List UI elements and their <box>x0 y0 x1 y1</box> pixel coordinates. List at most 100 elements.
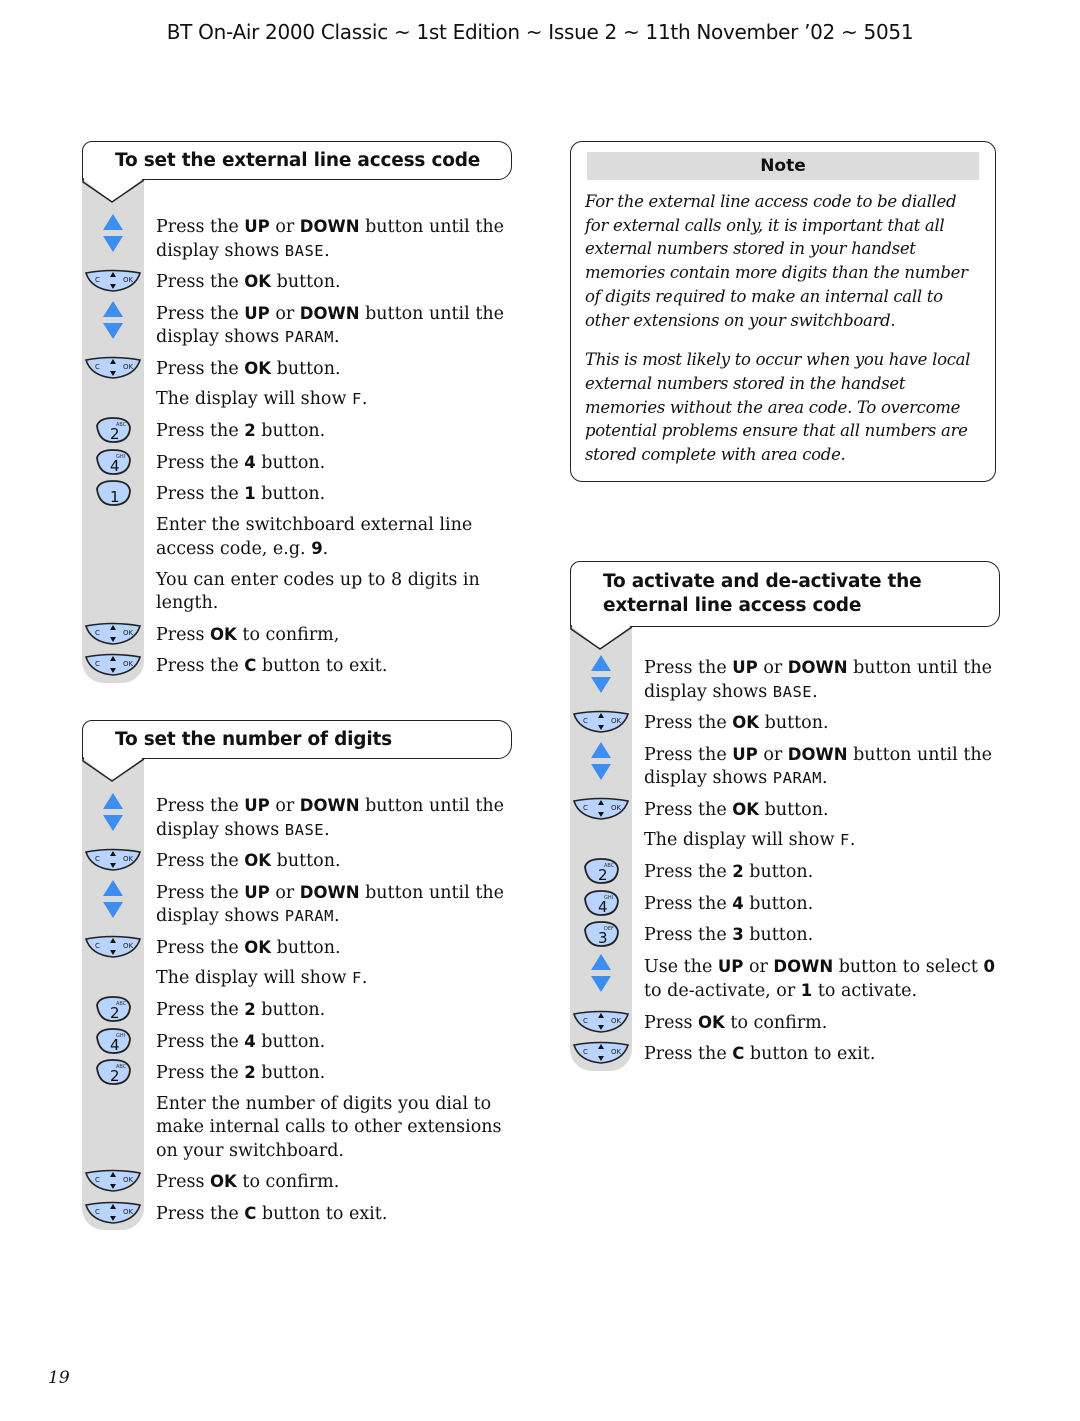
bold-term: DOWN <box>787 744 848 764</box>
svg-text:OK: OK <box>123 660 134 668</box>
bold-term: 0 <box>983 956 995 976</box>
bold-term: 9 <box>311 539 323 558</box>
bold-term: OK <box>244 851 272 870</box>
text-run: Press <box>156 624 211 645</box>
up-down-icon <box>570 740 632 784</box>
svg-text:OK: OK <box>611 1017 622 1025</box>
text-run: Press the <box>644 862 733 882</box>
bold-term: UP <box>717 956 744 976</box>
svg-text:ABC: ABC <box>116 422 127 428</box>
step-text: Press the OK button. <box>644 708 1000 740</box>
note-paragraph: This is most likely to occur when you ha… <box>585 350 971 465</box>
text-run: Press the <box>156 796 245 816</box>
instruction-step: The display will show F. <box>570 826 1000 857</box>
step-text: Press the 4 button. <box>644 889 1000 921</box>
text-run: . <box>361 968 368 988</box>
step-text: Enter the number of digits you dial to m… <box>156 1090 512 1168</box>
step-text: Enter the switchboard external line acce… <box>156 511 512 566</box>
svg-text:OK: OK <box>123 276 134 284</box>
instruction-step: Press the UP or DOWN button until the di… <box>82 212 512 267</box>
instruction-step: C OK Press the OK button. <box>82 354 512 386</box>
instruction-step: C OK Press the OK button. <box>82 846 512 878</box>
bold-term: OK <box>210 624 237 644</box>
bold-term: DOWN <box>773 956 834 976</box>
instruction-step: 4 GHI Press the 4 button. <box>82 448 512 480</box>
document-header: BT On-Air 2000 Classic ~ 1st Edition ~ I… <box>166 20 914 44</box>
ok-nav-key-icon: C OK <box>82 1199 144 1225</box>
lcd-display-text: F <box>840 831 850 849</box>
instruction-step: 2 ABC Press the 2 button. <box>82 995 512 1027</box>
step-text: Press the UP or DOWN button until the di… <box>644 740 1000 795</box>
ok-nav-key-icon: C OK <box>82 267 144 293</box>
instruction-step: 4 GHI Press the 4 button. <box>570 889 1000 921</box>
ok-nav-key-icon: C OK <box>570 795 632 821</box>
up-down-icon <box>570 952 632 996</box>
instruction-step: You can enter codes up to 8 digits in le… <box>82 566 512 620</box>
text-run: button to select <box>833 956 984 977</box>
svg-text:ABC: ABC <box>604 863 615 869</box>
instruction-step: 2 ABC Press the 2 button. <box>82 1058 512 1090</box>
text-run: Press <box>156 1172 211 1192</box>
text-run: Press the <box>156 484 245 504</box>
svg-text:C: C <box>583 1017 588 1025</box>
instruction-step: C OK Press the C button to exit. <box>570 1039 1000 1071</box>
note-title: Note <box>587 152 979 180</box>
steps-list: Press the UP or DOWN button until the di… <box>570 625 1000 1071</box>
section-activate-deactivate-access-code: To activate and de-activate the external… <box>570 561 1000 1071</box>
text-run: or <box>743 956 774 977</box>
up-down-icon <box>82 212 144 256</box>
step-text: Press the OK button. <box>156 846 512 878</box>
svg-text:C: C <box>583 1048 588 1056</box>
bold-term: DOWN <box>787 658 848 677</box>
lcd-display-text: PARAM <box>284 328 334 346</box>
instruction-step: 2 ABC Press the 2 button. <box>82 416 512 448</box>
text-run: Press the <box>156 303 245 324</box>
up-down-icon <box>82 299 144 343</box>
key-3-icon: 3 DEF <box>570 920 632 948</box>
ok-nav-key-icon: C OK <box>570 1008 632 1034</box>
text-run: The display will show <box>644 830 840 850</box>
bold-term: 4 <box>732 893 744 913</box>
step-text: Press the C button to exit. <box>644 1039 1000 1071</box>
ok-nav-key-icon: C OK <box>82 354 144 380</box>
bold-term: 3 <box>732 925 744 944</box>
bold-term: OK <box>244 937 272 957</box>
text-run: button. <box>743 925 814 945</box>
text-run: to activate. <box>812 981 918 1001</box>
svg-text:ABC: ABC <box>116 1001 127 1007</box>
svg-text:ABC: ABC <box>116 1064 127 1070</box>
section-set-external-line-access-code: To set the external line access code Pre… <box>82 141 512 683</box>
key-4-icon: 4 GHI <box>82 448 144 476</box>
text-run: or <box>757 744 788 765</box>
text-run: Press the <box>156 452 245 473</box>
text-run: button. <box>271 937 341 958</box>
lcd-display-text: BASE <box>284 241 325 260</box>
text-run: button. <box>271 851 341 871</box>
text-run: button. <box>759 713 829 733</box>
instruction-step: C OK Press the C button to exit. <box>82 651 512 683</box>
key-4-icon: 4 GHI <box>82 1027 144 1055</box>
text-run: or <box>269 882 300 903</box>
text-run: Press the <box>644 713 733 733</box>
text-run: or <box>757 658 788 678</box>
instruction-step: Use the UP or DOWN button to select 0 to… <box>570 952 1000 1008</box>
instruction-step: Press the UP or DOWN button until the di… <box>82 791 512 846</box>
instruction-step: C OK Press OK to confirm, <box>82 620 512 652</box>
step-text: Press the UP or DOWN button until the di… <box>644 653 1000 708</box>
svg-text:OK: OK <box>123 1208 134 1216</box>
section-title: To set the number of digits <box>82 720 512 759</box>
bold-term: 1 <box>244 484 256 503</box>
up-down-icon <box>82 791 144 835</box>
section-title: To set the external line access code <box>82 141 512 180</box>
bold-term: 2 <box>732 862 744 881</box>
text-run: to de-activate, or <box>644 981 801 1001</box>
text-run: The display will show <box>156 968 352 988</box>
key-2-icon: 2 ABC <box>570 857 632 885</box>
step-text: The display will show F. <box>156 964 512 995</box>
text-run: The display will show <box>156 389 352 409</box>
text-run: to confirm. <box>724 1012 828 1033</box>
steps-list: Press the UP or DOWN button until the di… <box>82 757 512 1230</box>
svg-text:C: C <box>583 804 588 812</box>
text-run: . <box>333 906 340 926</box>
text-run: . <box>322 539 329 559</box>
